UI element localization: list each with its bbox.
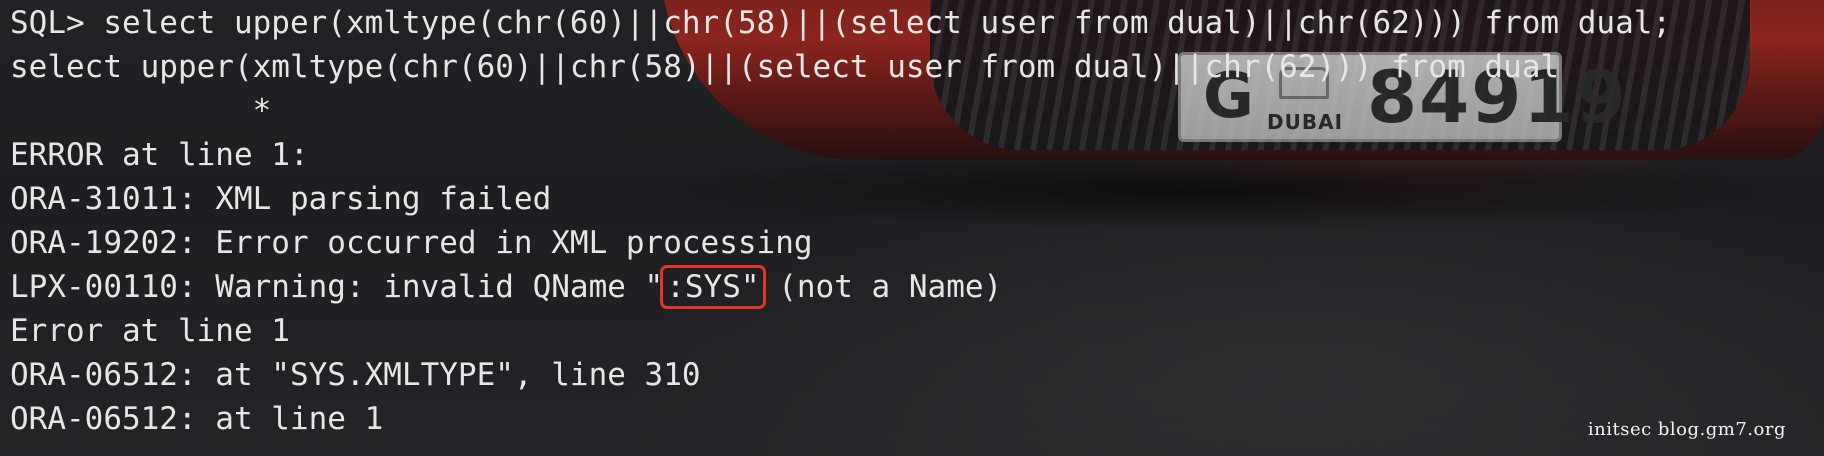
sql-prompt-command: SQL> select upper(xmltype(chr(60)||chr(5… — [10, 5, 1672, 41]
error-at-line: Error at line 1 — [10, 313, 290, 349]
screenshot: G DUBAI 84919 SQL> select upper(xmltype(… — [0, 0, 1824, 456]
warning-suffix: (not a Name) — [759, 269, 1003, 305]
warning-lpx-00110: LPX-00110: Warning: invalid QName ":SYS"… — [10, 265, 1824, 309]
terminal-output[interactable]: SQL> select upper(xmltype(chr(60)||chr(5… — [0, 0, 1824, 456]
echoed-query: select upper(xmltype(chr(60)||chr(58)||(… — [10, 49, 1560, 85]
error-header: ERROR at line 1: — [10, 137, 309, 173]
error-ora-31011: ORA-31011: XML parsing failed — [10, 181, 552, 217]
error-ora-06512-xmltype: ORA-06512: at "SYS.XMLTYPE", line 310 — [10, 357, 701, 393]
warning-prefix: LPX-00110: Warning: invalid QName " — [10, 269, 664, 305]
watermark: initsec blog.gm7.org — [1587, 419, 1786, 440]
error-ora-06512-line: ORA-06512: at line 1 — [10, 401, 384, 437]
highlighted-leaked-user: :SYS" — [660, 265, 766, 309]
error-position-marker: * — [10, 93, 272, 129]
error-ora-19202: ORA-19202: Error occurred in XML process… — [10, 225, 813, 261]
